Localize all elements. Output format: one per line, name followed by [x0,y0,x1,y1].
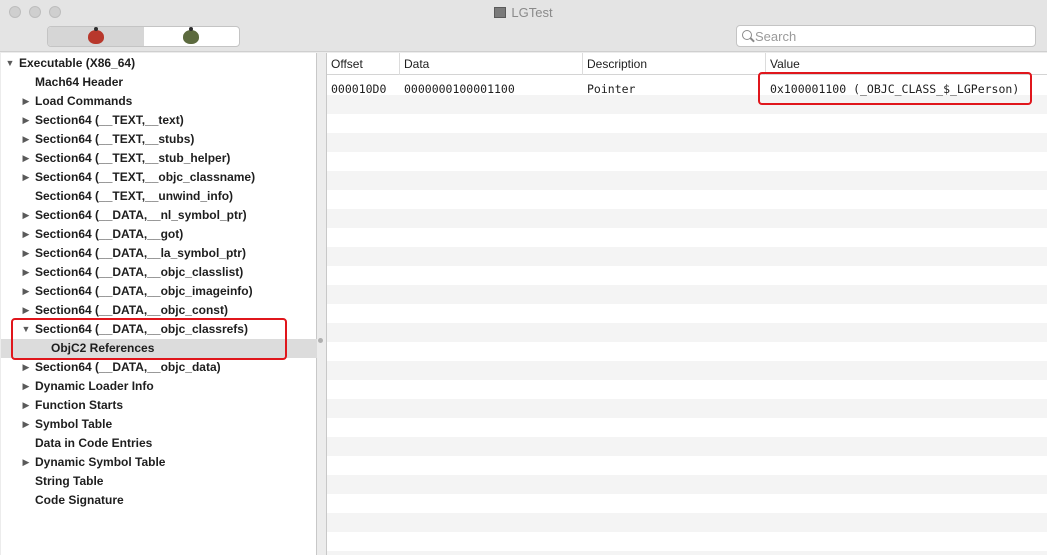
tree-item-label: Section64 (__DATA,__objc_classlist) [35,265,244,279]
column-header-data[interactable]: Data [400,53,583,75]
search-icon [742,30,752,40]
tree-item[interactable]: ▶ Section64 (__DATA,__objc_const) [1,301,317,320]
tree-item-label: String Table [35,474,104,488]
red-bug-icon [87,27,104,44]
section-outline: ▼ Executable (X86_64) Mach64 Header ▶ Load C… [1,53,317,555]
tree-item-label: Section64 (__DATA,__la_symbol_ptr) [35,246,246,260]
tree-item[interactable]: Code Signature [1,491,317,510]
tree-item[interactable]: ▶ Symbol Table [1,415,317,434]
tree-item-label: Dynamic Loader Info [35,379,154,393]
tree-item-label: Section64 (__DATA,__objc_classrefs) [35,322,248,336]
green-bug-icon [183,27,200,44]
title-bar: LGTest [0,0,1047,25]
tree-item-label: Section64 (__DATA,__got) [35,227,184,241]
tree-item[interactable]: ▶ Section64 (__DATA,__objc_data) [1,358,317,377]
disclosure-open-icon[interactable]: ▼ [21,320,31,339]
disclosure-open-icon[interactable]: ▼ [5,54,15,73]
cell-description: Pointer [587,82,636,96]
tree-item[interactable]: ObjC2 References [1,339,317,358]
table-row[interactable]: 000010D0 0000000100001100 Pointer 0x1000… [327,80,1047,99]
disclosure-closed-icon[interactable]: ▶ [21,415,31,434]
tree-item-label: Code Signature [35,493,124,507]
toolbar [0,25,1047,52]
tree-item[interactable]: ▶ Dynamic Symbol Table [1,453,317,472]
tree-item-label: Mach64 Header [35,75,124,89]
tree-item-label: Dynamic Symbol Table [35,455,166,469]
tree-item-label: Executable (X86_64) [19,56,136,70]
disclosure-closed-icon[interactable]: ▶ [21,206,31,225]
tree-item[interactable]: ▼ Section64 (__DATA,__objc_classrefs) [1,320,317,339]
window-title-text: LGTest [511,5,553,20]
mode-segmented-control [47,26,240,47]
tree-item[interactable]: String Table [1,472,317,491]
cell-offset: 000010D0 [331,82,387,96]
tree-item-label: Section64 (__TEXT,__text) [35,113,184,127]
tree-item[interactable]: ▶ Section64 (__DATA,__objc_imageinfo) [1,282,317,301]
segment-red-bug[interactable] [48,27,144,46]
tree-item[interactable]: ▶ Section64 (__TEXT,__stub_helper) [1,149,317,168]
tree-item-label: Section64 (__DATA,__nl_symbol_ptr) [35,208,247,222]
tree-item-label: Section64 (__TEXT,__objc_classname) [35,170,256,184]
tree-item-label: Data in Code Entries [35,436,153,450]
disclosure-closed-icon[interactable]: ▶ [21,282,31,301]
tree-item-label: Symbol Table [35,417,113,431]
disclosure-closed-icon[interactable]: ▶ [21,263,31,282]
disclosure-closed-icon[interactable]: ▶ [21,149,31,168]
tree-item-label: Section64 (__DATA,__objc_const) [35,303,228,317]
disclosure-closed-icon[interactable]: ▶ [21,358,31,377]
tree-item-label: ObjC2 References [51,341,155,355]
disclosure-closed-icon[interactable]: ▶ [21,168,31,187]
search-input[interactable] [755,28,1025,44]
disclosure-closed-icon[interactable]: ▶ [21,396,31,415]
tree-item-label: Function Starts [35,398,124,412]
tree-item[interactable]: ▶ Section64 (__TEXT,__stubs) [1,130,317,149]
tree-item[interactable]: ▶ Section64 (__DATA,__nl_symbol_ptr) [1,206,317,225]
cell-value: 0x100001100 (_OBJC_CLASS_$_LGPerson) [770,82,1020,96]
column-header-description[interactable]: Description [583,53,766,75]
tree-item-label: Load Commands [35,94,133,108]
segment-green-bug[interactable] [144,27,240,46]
detail-table: Offset Data Description Value 000010D0 0… [326,53,1047,555]
tree-item[interactable]: Section64 (__TEXT,__unwind_info) [1,187,317,206]
tree-item[interactable]: ▶ Section64 (__TEXT,__text) [1,111,317,130]
cell-data: 0000000100001100 [404,82,515,96]
tree-item[interactable]: ▶ Section64 (__TEXT,__objc_classname) [1,168,317,187]
disclosure-closed-icon[interactable]: ▶ [21,111,31,130]
column-header-offset[interactable]: Offset [327,53,400,75]
tree-item[interactable]: ▶ Section64 (__DATA,__got) [1,225,317,244]
table-header: Offset Data Description Value [327,53,1047,75]
tree-item[interactable]: ▶ Section64 (__DATA,__la_symbol_ptr) [1,244,317,263]
tree-item-label: Section64 (__DATA,__objc_imageinfo) [35,284,253,298]
table-body [327,76,1047,555]
tree-item-label: Section64 (__TEXT,__stubs) [35,132,195,146]
disclosure-closed-icon[interactable]: ▶ [21,301,31,320]
search-field [736,25,1036,47]
disclosure-closed-icon[interactable]: ▶ [21,92,31,111]
tree-item-label: Section64 (__TEXT,__stub_helper) [35,151,231,165]
tree-item[interactable]: ▶ Load Commands [1,92,317,111]
tree-item-label: Section64 (__DATA,__objc_data) [35,360,221,374]
disclosure-closed-icon[interactable]: ▶ [21,453,31,472]
disclosure-closed-icon[interactable]: ▶ [21,244,31,263]
tree-item[interactable]: Data in Code Entries [1,434,317,453]
disclosure-closed-icon[interactable]: ▶ [21,377,31,396]
tree-item[interactable]: ▶ Function Starts [1,396,317,415]
tree-item[interactable]: Mach64 Header [1,73,317,92]
window-title: LGTest [0,5,1047,20]
disclosure-closed-icon[interactable]: ▶ [21,225,31,244]
tree-item-label: Section64 (__TEXT,__unwind_info) [35,189,234,203]
tree-item[interactable]: ▼ Executable (X86_64) [1,54,317,73]
split-view-divider-handle[interactable] [318,338,323,343]
column-header-value[interactable]: Value [766,53,1047,75]
disclosure-closed-icon[interactable]: ▶ [21,130,31,149]
tree-item[interactable]: ▶ Dynamic Loader Info [1,377,317,396]
document-icon [494,7,507,18]
tree-item[interactable]: ▶ Section64 (__DATA,__objc_classlist) [1,263,317,282]
